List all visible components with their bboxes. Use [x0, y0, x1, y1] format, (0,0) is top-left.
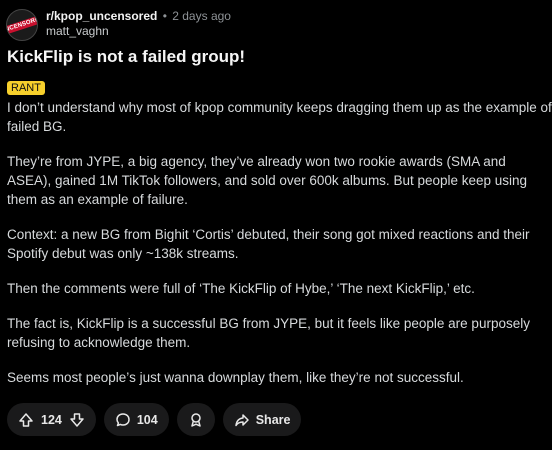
body-paragraph: Context: a new BG from Bighit ‘Cortis’ d… [7, 227, 530, 261]
post-flair[interactable]: RANT [7, 81, 45, 95]
post-actions: 124 104 Share [7, 403, 302, 436]
post-meta: r/kpop_uncensored • 2 days ago matt_vagh… [46, 9, 231, 39]
award-button[interactable] [176, 403, 215, 436]
share-arrow-icon [234, 412, 250, 428]
body-paragraph: The fact is, KickFlip is a successful BG… [7, 316, 530, 350]
vote-control: 124 [7, 403, 96, 436]
body-paragraph: They’re from JYPE, a big agency, they’ve… [7, 154, 528, 207]
subreddit-avatar[interactable]: UNCENSORED [6, 9, 38, 41]
arrow-up-icon[interactable] [18, 412, 34, 428]
post-timestamp: 2 days ago [172, 9, 231, 23]
post-header: UNCENSORED r/kpop_uncensored • 2 days ag… [6, 9, 231, 41]
post-body: I don’t understand why most of kpop comm… [7, 98, 552, 403]
comment-count: 104 [136, 412, 158, 427]
comment-bubble-icon [115, 412, 131, 428]
subreddit-link[interactable]: r/kpop_uncensored [46, 9, 157, 23]
body-paragraph: Seems most people’s just wanna downplay … [7, 370, 464, 385]
share-button[interactable]: Share [222, 403, 302, 436]
author-link[interactable]: matt_vaghn [46, 24, 231, 39]
share-label: Share [255, 412, 291, 427]
comments-button[interactable]: 104 [103, 403, 169, 436]
vote-count: 124 [41, 412, 62, 427]
body-paragraph: I don’t understand why most of kpop comm… [7, 100, 552, 134]
post-title: KickFlip is not a failed group! [7, 47, 246, 66]
award-icon [188, 412, 204, 428]
meta-separator: • [162, 9, 167, 23]
arrow-down-icon[interactable] [69, 412, 85, 428]
body-paragraph: Then the comments were full of ‘The Kick… [7, 281, 475, 296]
avatar-stamp-text: UNCENSORED [7, 13, 37, 37]
